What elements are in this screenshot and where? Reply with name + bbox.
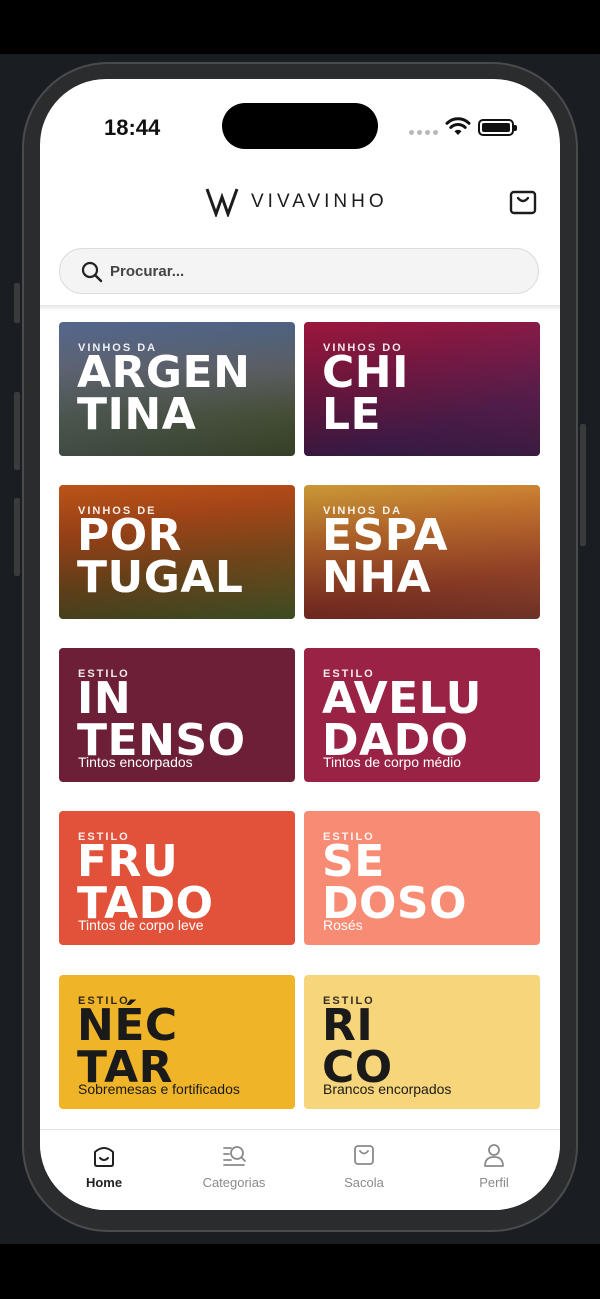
card-title: IN TENSO bbox=[77, 677, 246, 763]
card-title: RI CO bbox=[322, 1004, 393, 1090]
card-title-line2: LE bbox=[322, 389, 382, 440]
card-title-line2: NHA bbox=[322, 552, 432, 603]
card-title: NÉC TAR bbox=[77, 1004, 178, 1090]
card-title: ESPA NHA bbox=[322, 514, 448, 600]
brand-logo[interactable]: VIVAVINHO bbox=[205, 187, 388, 217]
person-icon bbox=[484, 1144, 504, 1167]
tab-sacola[interactable]: Sacola bbox=[304, 1142, 424, 1190]
card-subtitle: Tintos de corpo leve bbox=[78, 917, 204, 933]
category-card-espanha[interactable]: VINHOS DA ESPA NHA bbox=[304, 485, 540, 619]
card-title: FRU TADO bbox=[77, 840, 214, 926]
search-icon bbox=[81, 261, 103, 283]
search-bar[interactable] bbox=[59, 248, 539, 294]
phone-action-button bbox=[14, 283, 20, 323]
phone-volume-up-button bbox=[14, 392, 20, 470]
bottom-tab-bar: Home Categorias Sacola Perfil bbox=[40, 1129, 560, 1210]
category-card-nectar[interactable]: ESTILO NÉC TAR Sobremesas e fortificados bbox=[59, 975, 295, 1109]
card-subtitle: Sobremesas e fortificados bbox=[78, 1081, 240, 1097]
tab-label: Sacola bbox=[344, 1175, 384, 1190]
phone-power-button bbox=[580, 424, 586, 546]
card-title: CHI LE bbox=[322, 351, 409, 437]
tab-label: Categorias bbox=[202, 1175, 266, 1190]
search-input[interactable] bbox=[110, 249, 510, 293]
category-card-chile[interactable]: VINHOS DO CHI LE bbox=[304, 322, 540, 456]
categories-search-icon bbox=[223, 1146, 246, 1166]
tab-label: Perfil bbox=[479, 1175, 509, 1190]
category-card-portugal[interactable]: VINHOS DE POR TUGAL bbox=[59, 485, 295, 619]
card-subtitle: Tintos de corpo médio bbox=[323, 754, 461, 770]
wifi-icon bbox=[445, 117, 471, 135]
bag-icon bbox=[354, 1145, 374, 1165]
dynamic-island bbox=[222, 103, 378, 149]
brand-name: VIVAVINHO bbox=[251, 191, 388, 212]
tab-perfil[interactable]: Perfil bbox=[434, 1142, 554, 1190]
card-subtitle: Brancos encorpados bbox=[323, 1081, 452, 1097]
header-shadow bbox=[40, 305, 560, 311]
shopping-bag-icon[interactable] bbox=[508, 186, 538, 216]
card-title: SE DOSO bbox=[322, 840, 467, 926]
status-time: 18:44 bbox=[104, 115, 161, 140]
card-title-line2: TINA bbox=[77, 389, 197, 440]
cellular-signal-icon bbox=[409, 130, 438, 135]
category-card-sedoso[interactable]: ESTILO SE DOSO Rosés bbox=[304, 811, 540, 945]
category-card-rico[interactable]: ESTILO RI CO Brancos encorpados bbox=[304, 975, 540, 1109]
card-title-line2: TUGAL bbox=[77, 552, 244, 603]
card-title: ARGEN TINA bbox=[77, 351, 250, 437]
phone-volume-down-button bbox=[14, 498, 20, 576]
category-card-aveludado[interactable]: ESTILO AVELU DADO Tintos de corpo médio bbox=[304, 648, 540, 782]
category-card-intenso[interactable]: ESTILO IN TENSO Tintos encorpados bbox=[59, 648, 295, 782]
card-title: AVELU DADO bbox=[322, 677, 482, 763]
category-card-argentina[interactable]: VINHOS DA ARGEN TINA bbox=[59, 322, 295, 456]
tab-label: Home bbox=[85, 1175, 123, 1190]
home-icon bbox=[94, 1147, 114, 1167]
card-subtitle: Rosés bbox=[323, 917, 363, 933]
app-screen: 18:44 VIVAVINHO VINHOS DA ARGENTINA bbox=[40, 79, 560, 1210]
status-bar: 18:44 bbox=[40, 79, 560, 169]
card-title: POR TUGAL bbox=[77, 514, 243, 600]
category-card-frutado[interactable]: ESTILO FRU TADO Tintos de corpo leve bbox=[59, 811, 295, 945]
card-subtitle: Tintos encorpados bbox=[78, 754, 193, 770]
tab-home[interactable]: Home bbox=[44, 1142, 164, 1190]
battery-icon bbox=[478, 119, 517, 136]
tab-categorias[interactable]: Categorias bbox=[174, 1142, 294, 1190]
vivavinho-logo-icon bbox=[205, 188, 239, 217]
